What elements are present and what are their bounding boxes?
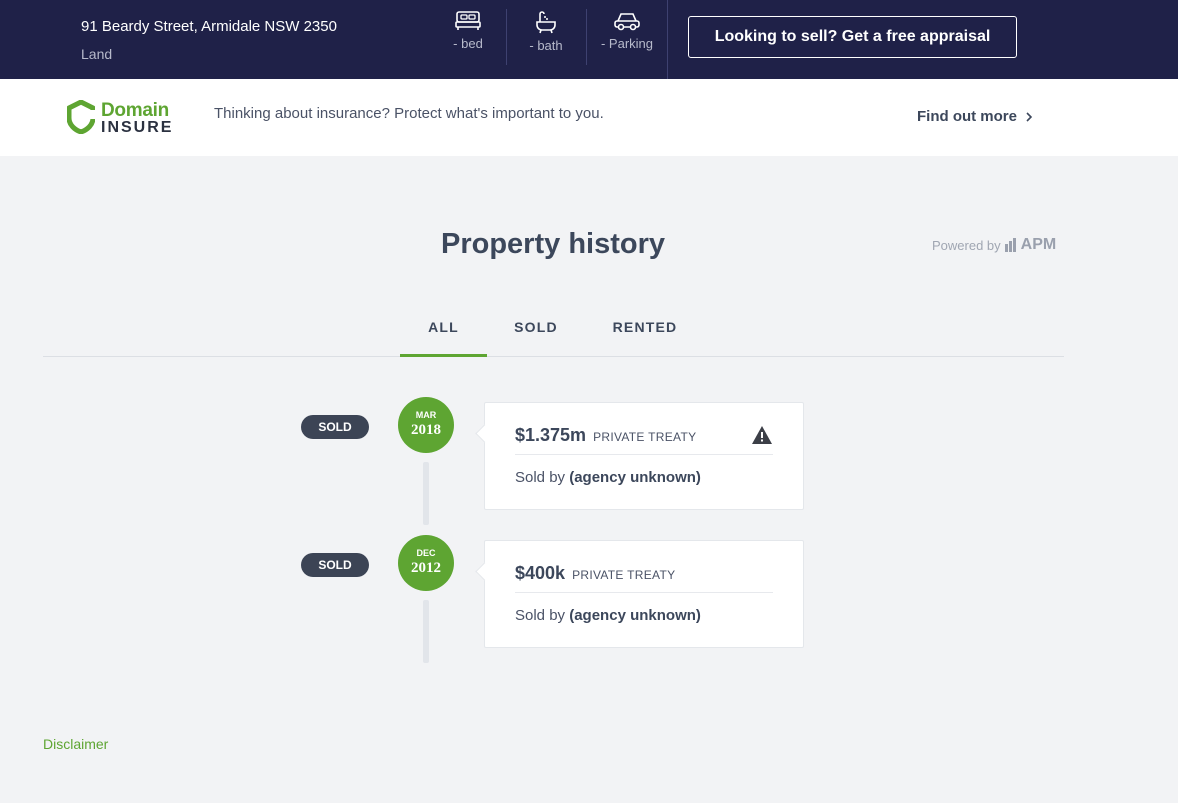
sold-by-label: Sold by <box>515 607 566 624</box>
powered-by-apm: Powered by APM <box>932 236 1056 254</box>
insurance-banner: Domain INSURE Thinking about insurance? … <box>0 79 1178 156</box>
warning-icon[interactable] <box>751 425 773 445</box>
event-year: 2018 <box>411 422 441 438</box>
feature-bath: - bath <box>514 10 578 64</box>
sold-by: Sold by (agency unknown) <box>515 607 701 624</box>
divider <box>586 9 587 65</box>
feature-parking: - Parking <box>596 10 658 64</box>
property-type: Land <box>81 46 113 62</box>
find-out-more-label: Find out more <box>917 108 1017 125</box>
divider <box>506 9 507 65</box>
logo-insure-text: INSURE <box>101 119 174 136</box>
history-tabs: ALL SOLD RENTED <box>43 306 1064 357</box>
tab-rented[interactable]: RENTED <box>609 319 681 335</box>
powered-by-label: Powered by <box>932 237 1001 253</box>
event-year: 2012 <box>411 560 441 576</box>
disclaimer-link[interactable]: Disclaimer <box>43 736 108 752</box>
bath-icon <box>536 11 556 34</box>
event-date: MAR 2018 <box>398 397 454 453</box>
apm-brand: APM <box>1020 236 1057 253</box>
timeline-connector <box>423 462 429 525</box>
bed-icon <box>455 11 481 30</box>
history-card: $1.375m PRIVATE TREATY Sold by (agency u… <box>484 402 804 510</box>
divider <box>667 0 668 79</box>
bed-count: - bed <box>453 36 483 51</box>
find-out-more-link[interactable]: Find out more <box>917 108 1033 125</box>
chevron-right-icon <box>1026 111 1033 122</box>
tab-all[interactable]: ALL <box>400 319 487 357</box>
sold-by-label: Sold by <box>515 469 566 486</box>
price-row: $1.375m PRIVATE TREATY <box>515 425 773 455</box>
agency-name: (agency unknown) <box>569 469 701 486</box>
sale-method: PRIVATE TREATY <box>572 568 676 582</box>
event-month: DEC <box>416 548 436 558</box>
event-month: MAR <box>415 410 437 420</box>
parking-count: - Parking <box>600 36 654 51</box>
bath-count: - bath <box>529 38 563 53</box>
status-badge: SOLD <box>301 553 369 577</box>
agency-name: (agency unknown) <box>569 607 701 624</box>
event-date: DEC 2012 <box>398 535 454 591</box>
status-badge: SOLD <box>301 415 369 439</box>
apm-bars-icon <box>1004 238 1016 252</box>
shield-logo-icon <box>67 100 95 134</box>
property-header-bar: 91 Beardy Street, Armidale NSW 2350 Land… <box>0 0 1178 79</box>
sale-method: PRIVATE TREATY <box>593 430 697 444</box>
car-icon <box>614 13 640 31</box>
timeline-connector <box>423 600 429 663</box>
price-row: $400k PRIVATE TREATY <box>515 563 773 593</box>
sale-price: $1.375m <box>515 425 587 445</box>
domain-insure-logo[interactable]: Domain INSURE <box>67 100 177 138</box>
sale-price: $400k <box>515 563 566 583</box>
history-card: $400k PRIVATE TREATY Sold by (agency unk… <box>484 540 804 648</box>
free-appraisal-button[interactable]: Looking to sell? Get a free appraisal <box>688 16 1017 58</box>
insurance-message: Thinking about insurance? Protect what's… <box>214 105 604 122</box>
apm-logo: APM <box>1004 236 1057 254</box>
feature-bed: - bed <box>437 10 499 64</box>
tab-sold[interactable]: SOLD <box>503 319 569 335</box>
property-address: 91 Beardy Street, Armidale NSW 2350 <box>81 18 337 35</box>
sold-by: Sold by (agency unknown) <box>515 469 701 486</box>
